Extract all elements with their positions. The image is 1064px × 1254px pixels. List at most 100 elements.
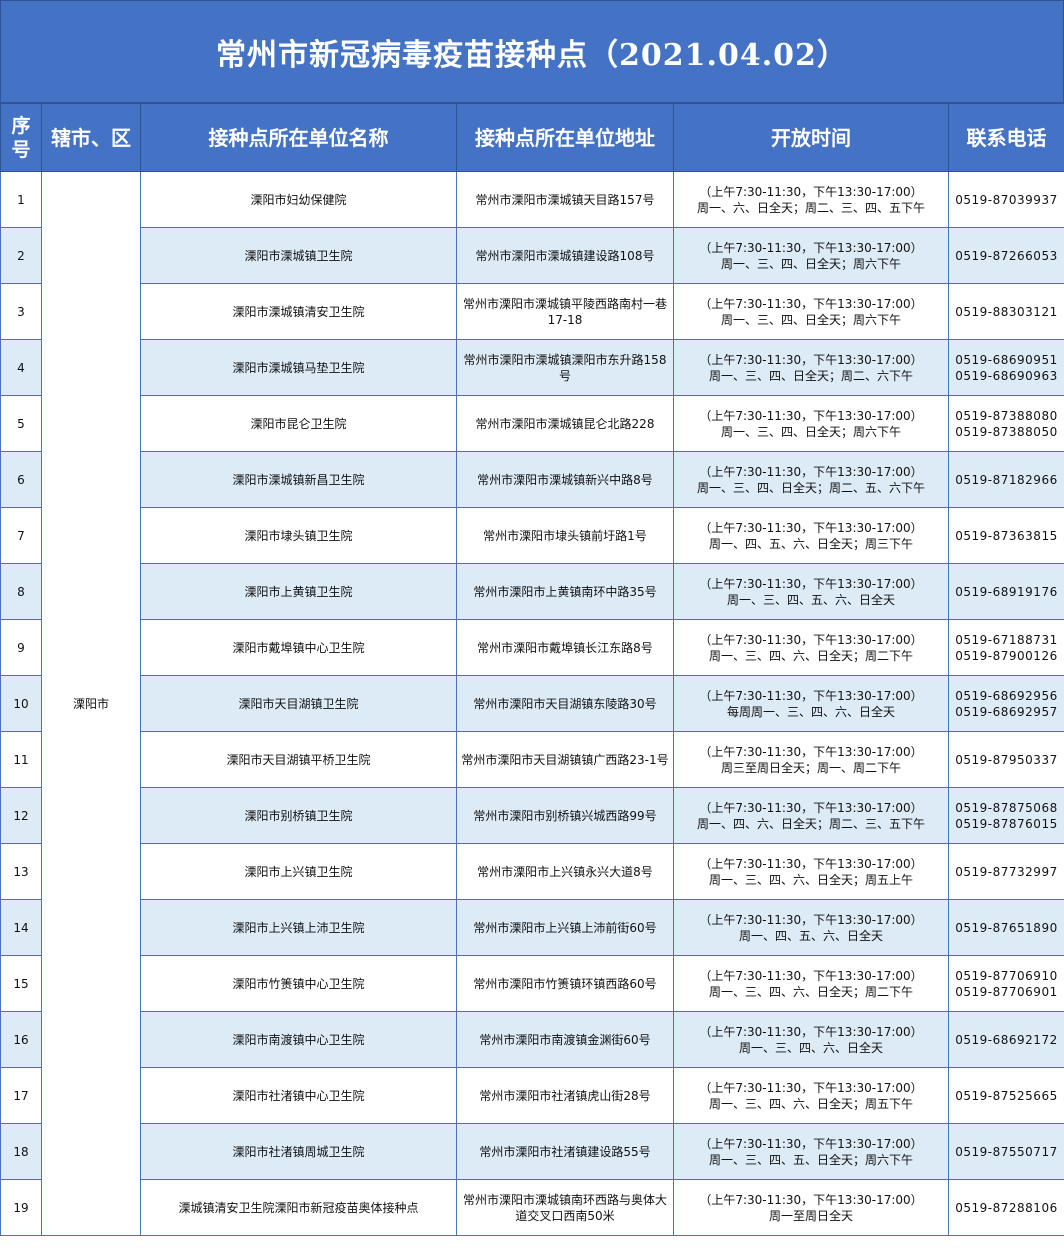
- hours-line-1: （上午7:30-11:30，下午13:30-17:00）: [699, 1024, 923, 1039]
- contact-phone: 0519-87288106: [948, 1179, 1064, 1236]
- sheet-title: 常州市新冠病毒疫苗接种点（2021.04.02）: [0, 0, 1064, 103]
- hours-line-1: （上午7:30-11:30，下午13:30-17:00）: [699, 1080, 923, 1095]
- table-row: 10 溧阳市天目湖镇卫生院 常州市溧阳市天目湖镇东陵路30号 （上午7:30-11:3…: [0, 675, 1064, 732]
- hours-line-1: （上午7:30-11:30，下午13:30-17:00）: [699, 240, 923, 255]
- contact-phone: 0519-87950337: [948, 731, 1064, 788]
- site-name: 溧阳市南渡镇中心卫生院: [140, 1011, 457, 1068]
- site-name: 溧阳市别桥镇卫生院: [140, 787, 457, 844]
- table-row: 4 溧阳市溧城镇马垫卫生院 常州市溧阳市溧城镇溧阳市东升路158号 （上午7:30-1…: [0, 339, 1064, 396]
- site-name: 溧阳市竹箦镇中心卫生院: [140, 955, 457, 1012]
- header-hours: 开放时间: [673, 103, 949, 172]
- site-address: 常州市溧阳市溧城镇平陵西路南村一巷17-18: [456, 283, 674, 340]
- site-name: 溧阳市上兴镇卫生院: [140, 843, 457, 900]
- hours-line-1: （上午7:30-11:30，下午13:30-17:00）: [699, 1192, 923, 1207]
- table-row: 2 溧阳市溧城镇卫生院 常州市溧阳市溧城镇建设路108号 （上午7:30-11:30，…: [0, 227, 1064, 284]
- site-name: 溧阳市昆仑卫生院: [140, 395, 457, 452]
- site-address: 常州市溧阳市溧城镇建设路108号: [456, 227, 674, 284]
- site-address: 常州市溧阳市上兴镇永兴大道8号: [456, 843, 674, 900]
- table-row: 12 溧阳市别桥镇卫生院 常州市溧阳市别桥镇兴城西路99号 （上午7:30-11:30…: [0, 787, 1064, 844]
- contact-phone: 0519-87550717: [948, 1123, 1064, 1180]
- phone-number: 0519-87525665: [955, 1088, 1058, 1103]
- hours-line-2: 每周周一、三、四、六、日全天: [726, 704, 895, 719]
- table-row: 17 溧阳市社渚镇中心卫生院 常州市溧阳市社渚镇虎山街28号 （上午7:30-11:3…: [0, 1067, 1064, 1124]
- phone-number-2: 0519-87706901: [955, 984, 1058, 999]
- phone-number-2: 0519-68690963: [955, 368, 1058, 383]
- opening-hours: （上午7:30-11:30，下午13:30-17:00） 周一、四、五、六、日全天…: [673, 507, 949, 564]
- contact-phone: 0519-88303121: [948, 283, 1064, 340]
- opening-hours: （上午7:30-11:30，下午13:30-17:00） 每周周一、三、四、六、日…: [673, 675, 949, 732]
- row-number: 10: [0, 675, 42, 732]
- row-number: 4: [0, 339, 42, 396]
- vaccination-sheet: 常州市新冠病毒疫苗接种点（2021.04.02） 序号 辖市、区 接种点所在单位…: [0, 0, 1064, 1254]
- header-address: 接种点所在单位地址: [456, 103, 674, 172]
- district-cell: 溧阳市: [41, 171, 141, 1236]
- table-row: 11 溧阳市天目湖镇平桥卫生院 常州市溧阳市天目湖镇镇广西路23-1号 （上午7:30…: [0, 731, 1064, 788]
- phone-number: 0519-87550717: [955, 1144, 1058, 1159]
- opening-hours: （上午7:30-11:30，下午13:30-17:00） 周一、三、四、六、日全天…: [673, 619, 949, 676]
- hours-line-1: （上午7:30-11:30，下午13:30-17:00）: [699, 856, 923, 871]
- site-address: 常州市溧阳市溧城镇新兴中路8号: [456, 451, 674, 508]
- opening-hours: （上午7:30-11:30，下午13:30-17:00） 周一、三、四、日全天；周…: [673, 227, 949, 284]
- header-row: 序号 辖市、区 接种点所在单位名称 接种点所在单位地址 开放时间 联系电话: [0, 103, 1064, 172]
- hours-line-1: （上午7:30-11:30，下午13:30-17:00）: [699, 968, 923, 983]
- hours-line-1: （上午7:30-11:30，下午13:30-17:00）: [699, 688, 923, 703]
- contact-phone: 0519-68690951 0519-68690963: [948, 339, 1064, 396]
- phone-number: 0519-87363815: [955, 528, 1058, 543]
- site-name: 溧阳市天目湖镇平桥卫生院: [140, 731, 457, 788]
- phone-number: 0519-68692956: [955, 688, 1058, 703]
- phone-number: 0519-87732997: [955, 864, 1058, 879]
- hours-line-2: 周一、三、四、六、日全天: [738, 1040, 883, 1055]
- row-number: 19: [0, 1179, 42, 1236]
- phone-number: 0519-87651890: [955, 920, 1058, 935]
- hours-line-1: （上午7:30-11:30，下午13:30-17:00）: [699, 296, 923, 311]
- header-district: 辖市、区: [41, 103, 141, 172]
- site-address: 常州市溧阳市上黄镇南环中路35号: [456, 563, 674, 620]
- opening-hours: （上午7:30-11:30，下午13:30-17:00） 周一、六、日全天；周二、…: [673, 171, 949, 228]
- row-number: 3: [0, 283, 42, 340]
- hours-line-2: 周一、三、四、日全天；周二、五、六下午: [696, 480, 925, 495]
- row-number: 6: [0, 451, 42, 508]
- hours-line-2: 周一、四、五、六、日全天；周三下午: [708, 536, 913, 551]
- contact-phone: 0519-87388080 0519-87388050: [948, 395, 1064, 452]
- hours-line-2: 周一、三、四、日全天；周六下午: [720, 256, 901, 271]
- site-address: 常州市溧阳市社渚镇虎山街28号: [456, 1067, 674, 1124]
- site-name: 溧阳市溧城镇卫生院: [140, 227, 457, 284]
- table-row: 1 溧阳市 溧阳市妇幼保健院 常州市溧阳市溧城镇天目路157号 （上午7:30-11:3…: [0, 171, 1064, 1236]
- site-address: 常州市溧阳市天目湖镇东陵路30号: [456, 675, 674, 732]
- opening-hours: （上午7:30-11:30，下午13:30-17:00） 周一、三、四、日全天；周…: [673, 339, 949, 396]
- phone-number-2: 0519-87388050: [955, 424, 1058, 439]
- row-number: 7: [0, 507, 42, 564]
- site-name: 溧阳市埭头镇卫生院: [140, 507, 457, 564]
- hours-line-1: （上午7:30-11:30，下午13:30-17:00）: [699, 576, 923, 591]
- site-name: 溧阳市社渚镇周城卫生院: [140, 1123, 457, 1180]
- table-body: 1 溧阳市 溧阳市妇幼保健院 常州市溧阳市溧城镇天目路157号 （上午7:30-11:3…: [0, 171, 1064, 1236]
- contact-phone: 0519-87875068 0519-87876015: [948, 787, 1064, 844]
- contact-phone: 0519-68692956 0519-68692957: [948, 675, 1064, 732]
- contact-phone: 0519-67188731 0519-87900126: [948, 619, 1064, 676]
- site-address: 常州市溧阳市埭头镇前圩路1号: [456, 507, 674, 564]
- hours-line-2: 周三至周日全天；周一、周二下午: [720, 760, 901, 775]
- hours-line-2: 周一、三、四、六、日全天；周五下午: [708, 1096, 913, 1111]
- header-name: 接种点所在单位名称: [140, 103, 457, 172]
- site-name: 溧阳市天目湖镇卫生院: [140, 675, 457, 732]
- table-row: 9 溧阳市戴埠镇中心卫生院 常州市溧阳市戴埠镇长江东路8号 （上午7:30-11:30…: [0, 619, 1064, 676]
- site-address: 常州市溧阳市竹箦镇环镇西路60号: [456, 955, 674, 1012]
- site-name: 溧阳市溧城镇马垫卫生院: [140, 339, 457, 396]
- row-number: 18: [0, 1123, 42, 1180]
- row-number: 14: [0, 899, 42, 956]
- hours-line-2: 周一、三、四、日全天；周六下午: [720, 312, 901, 327]
- contact-phone: 0519-87732997: [948, 843, 1064, 900]
- opening-hours: （上午7:30-11:30，下午13:30-17:00） 周一至周日全天: [673, 1179, 949, 1236]
- opening-hours: （上午7:30-11:30，下午13:30-17:00） 周一、三、四、六、日全天: [673, 1011, 949, 1068]
- row-number: 9: [0, 619, 42, 676]
- header-phone: 联系电话: [948, 103, 1064, 172]
- phone-number: 0519-87039937: [955, 192, 1058, 207]
- row-number: 11: [0, 731, 42, 788]
- phone-number: 0519-87950337: [955, 752, 1058, 767]
- contact-phone: 0519-87651890: [948, 899, 1064, 956]
- table-row: 8 溧阳市上黄镇卫生院 常州市溧阳市上黄镇南环中路35号 （上午7:30-11:30，…: [0, 563, 1064, 620]
- hours-line-2: 周一、三、四、日全天；周二、六下午: [708, 368, 913, 383]
- table-row: 6 溧阳市溧城镇新昌卫生院 常州市溧阳市溧城镇新兴中路8号 （上午7:30-11:30…: [0, 451, 1064, 508]
- site-address: 常州市溧阳市别桥镇兴城西路99号: [456, 787, 674, 844]
- row-number: 15: [0, 955, 42, 1012]
